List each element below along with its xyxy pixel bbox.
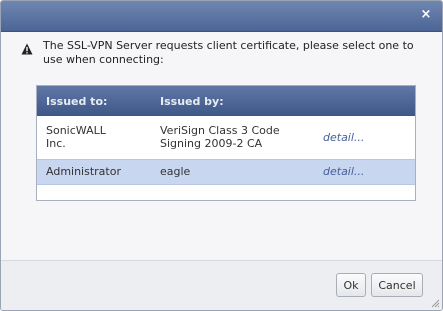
detail-link[interactable]: detail...: [323, 131, 364, 144]
certificate-table: Issued to: Issued by: SonicWALL Inc. Ver…: [36, 85, 416, 201]
dialog-titlebar: ×: [1, 1, 442, 32]
certificate-dialog: × The SSL-VPN Server requests client cer…: [0, 0, 443, 311]
detail-link[interactable]: detail...: [323, 165, 364, 178]
table-row[interactable]: SonicWALL Inc. VeriSign Class 3 Code Sig…: [37, 117, 415, 159]
ok-button[interactable]: Ok: [336, 273, 366, 297]
column-header-issued-by: Issued by:: [160, 95, 224, 108]
close-button[interactable]: ×: [418, 7, 434, 23]
table-header: Issued to: Issued by:: [37, 86, 415, 116]
issued-by-cell: eagle: [160, 165, 191, 178]
resize-grip-icon[interactable]: [430, 298, 440, 308]
table-row-selected[interactable]: Administrator eagle detail...: [37, 159, 415, 185]
issued-to-cell: Administrator: [46, 165, 121, 178]
dialog-message: The SSL-VPN Server requests client certi…: [43, 39, 414, 66]
warning-triangle-icon: [21, 43, 33, 55]
issued-by-cell: VeriSign Class 3 Code Signing 2009-2 CA: [160, 124, 280, 150]
cancel-button[interactable]: Cancel: [371, 273, 423, 297]
issued-to-cell: SonicWALL Inc.: [46, 124, 106, 150]
column-header-issued-to: Issued to:: [46, 95, 108, 108]
